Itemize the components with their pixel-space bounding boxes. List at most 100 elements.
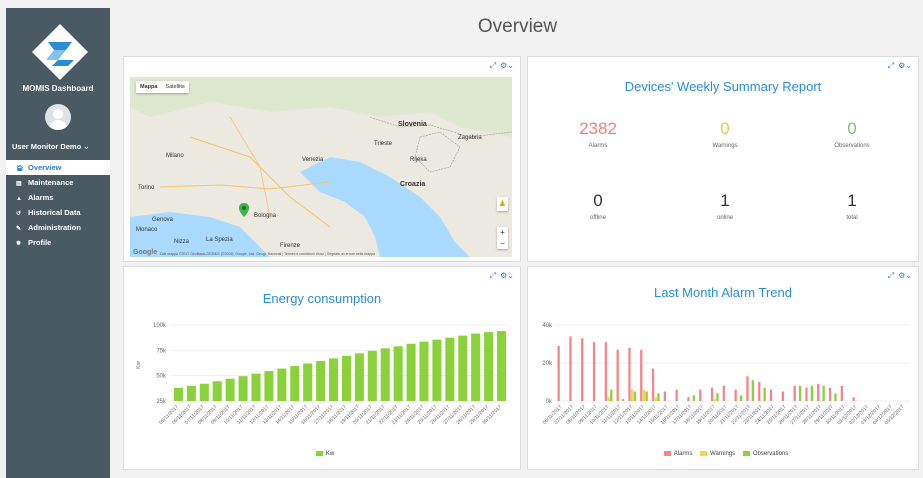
alarm-bar-alarms	[569, 336, 572, 401]
map-canvas	[130, 77, 512, 257]
gear-icon[interactable]: ⚙⌄	[500, 271, 514, 280]
alarm-bar-alarms	[769, 389, 773, 401]
stat-value: 1	[847, 191, 857, 210]
alarm-bar-observations	[739, 395, 743, 401]
energy-panel: ⤢ ⚙⌄ Energy consumption 25k 50k 75k 100k Kw 05…	[123, 266, 521, 470]
legend-swatch	[742, 451, 750, 456]
energy-chart: 25k50k75k100kKw05/11/201706/11/201707/11…	[136, 323, 508, 426]
gear-icon[interactable]: ⚙⌄	[898, 61, 912, 70]
alarm-bar-observations	[822, 385, 825, 401]
stat-label: online	[716, 215, 733, 221]
energy-bar	[341, 355, 351, 401]
map-label: Torino	[138, 185, 155, 191]
expand-icon[interactable]: ⤢	[888, 61, 894, 70]
y-tick-label: 75k	[156, 348, 167, 354]
y-axis-label: Kw	[136, 361, 142, 369]
y-tick-label: 0k	[546, 399, 553, 405]
nav-item-overview[interactable]: 🏠︎ Overview	[6, 160, 110, 175]
stat-value: 1	[720, 191, 730, 210]
alarm-bar-alarms	[592, 342, 596, 401]
stat-offline: 0 offline	[538, 191, 658, 221]
energy-bar	[225, 378, 235, 401]
gear-icon[interactable]: ⚙⌄	[500, 61, 514, 70]
energy-bar	[445, 337, 455, 401]
alarm-bar-warnings	[654, 397, 657, 401]
user-menu[interactable]: User Monitor Demo ⌄	[12, 142, 90, 151]
stat-warnings: 0 Warnings	[665, 119, 785, 149]
gear-icon: ✹	[16, 241, 22, 247]
y-tick-label: 25k	[156, 399, 167, 405]
alarm-bar-warnings	[631, 389, 634, 401]
alarm-bar-observations	[834, 393, 837, 401]
map-type-satellite-button[interactable]: Satellite	[161, 81, 189, 93]
energy-bar	[251, 373, 261, 401]
alarm-bar-alarms	[616, 349, 619, 401]
y-tick-label: 40k	[542, 323, 553, 329]
alarm-bar-warnings	[713, 399, 716, 401]
energy-bar	[186, 385, 196, 401]
energy-bar	[199, 383, 209, 401]
nav-item-administration[interactable]: ✎ Administration	[6, 220, 110, 235]
zoom-out-button[interactable]: −	[497, 238, 508, 249]
panel-tools: ⤢ ⚙⌄	[486, 61, 514, 71]
energy-bar	[380, 348, 390, 401]
expand-icon[interactable]: ⤢	[490, 271, 496, 280]
alarm-bar-observations	[798, 385, 802, 401]
alarm-bar-alarms	[793, 385, 796, 401]
map-panel: ⤢ ⚙⌄ Mappa Satellite Slovenia Zagabria Mil…	[123, 56, 521, 262]
alarm-bar-alarms	[722, 385, 725, 401]
energy-bar	[329, 358, 339, 401]
nav-item-profile[interactable]: ✹ Profile	[6, 235, 110, 250]
user-avatar[interactable]	[45, 104, 71, 130]
map-label: Venezia	[302, 157, 324, 163]
alarm-bar-observations	[716, 393, 719, 401]
expand-icon[interactable]: ⤢	[888, 271, 894, 280]
map-label: Rijeka	[410, 157, 427, 163]
energy-bar	[367, 350, 377, 401]
panel-tools: ⤢ ⚙⌄	[486, 271, 514, 281]
legend-swatch	[315, 451, 323, 456]
nav-item-maintenance[interactable]: ▤ Maintenance	[6, 175, 110, 190]
alarm-bar-observations	[763, 387, 766, 401]
expand-icon[interactable]: ⤢	[490, 61, 496, 70]
map-label: Nizza	[174, 239, 190, 245]
alarm-bar-alarms	[581, 338, 584, 401]
pegman-icon[interactable]: ♟	[497, 197, 508, 211]
alarm-bar-observations	[810, 385, 813, 401]
map-type-map-button[interactable]: Mappa	[136, 81, 161, 93]
nav-item-historical-data[interactable]: ↺ Historical Data	[6, 205, 110, 220]
energy-bar	[238, 376, 248, 401]
energy-bar	[212, 381, 222, 401]
app-name: MOMIS Dashboard	[22, 84, 94, 93]
map-marker-icon[interactable]	[239, 203, 249, 217]
alarm-bar-alarms	[781, 391, 784, 401]
alarm-bar-alarms	[687, 397, 690, 401]
alarm-bar-alarms	[651, 368, 655, 401]
summary-title: Devices' Weekly Summary Report	[624, 79, 822, 94]
alarm-bar-alarms	[840, 385, 843, 401]
map-label: Zagabria	[458, 135, 482, 141]
legend-swatch	[700, 451, 708, 456]
zoom-in-button[interactable]: +	[497, 227, 508, 238]
map-label: Genova	[152, 217, 174, 223]
alarm-bar-alarms	[734, 389, 737, 401]
stat-label: offline	[590, 215, 606, 221]
energy-bar	[290, 366, 300, 401]
energy-title: Energy consumption	[262, 291, 382, 306]
energy-bar	[432, 339, 442, 401]
alarm-bar-warnings	[607, 397, 610, 401]
y-tick-label: 100k	[153, 323, 167, 329]
zoom-control: + −	[497, 227, 508, 249]
map-label: Milano	[166, 153, 184, 159]
map[interactable]: Mappa Satellite Slovenia Zagabria Milano …	[130, 77, 512, 257]
map-label: Slovenia	[398, 121, 427, 128]
stat-label: Warnings	[712, 143, 738, 149]
legend-label: Observations	[752, 451, 789, 458]
nav-item-alarms[interactable]: ▲ Alarms	[6, 190, 110, 205]
panel-tools: ⤢ ⚙⌄	[884, 271, 912, 281]
alarm-trend-panel: ⤢ ⚙⌄ Last Month Alarm Trend 0k 20k 40k 06/11…	[527, 266, 919, 470]
alarm-bar-alarms	[557, 345, 560, 401]
alarm-bar-alarms	[675, 389, 678, 401]
google-logo: Google	[133, 249, 158, 256]
gear-icon[interactable]: ⚙⌄	[898, 271, 912, 280]
